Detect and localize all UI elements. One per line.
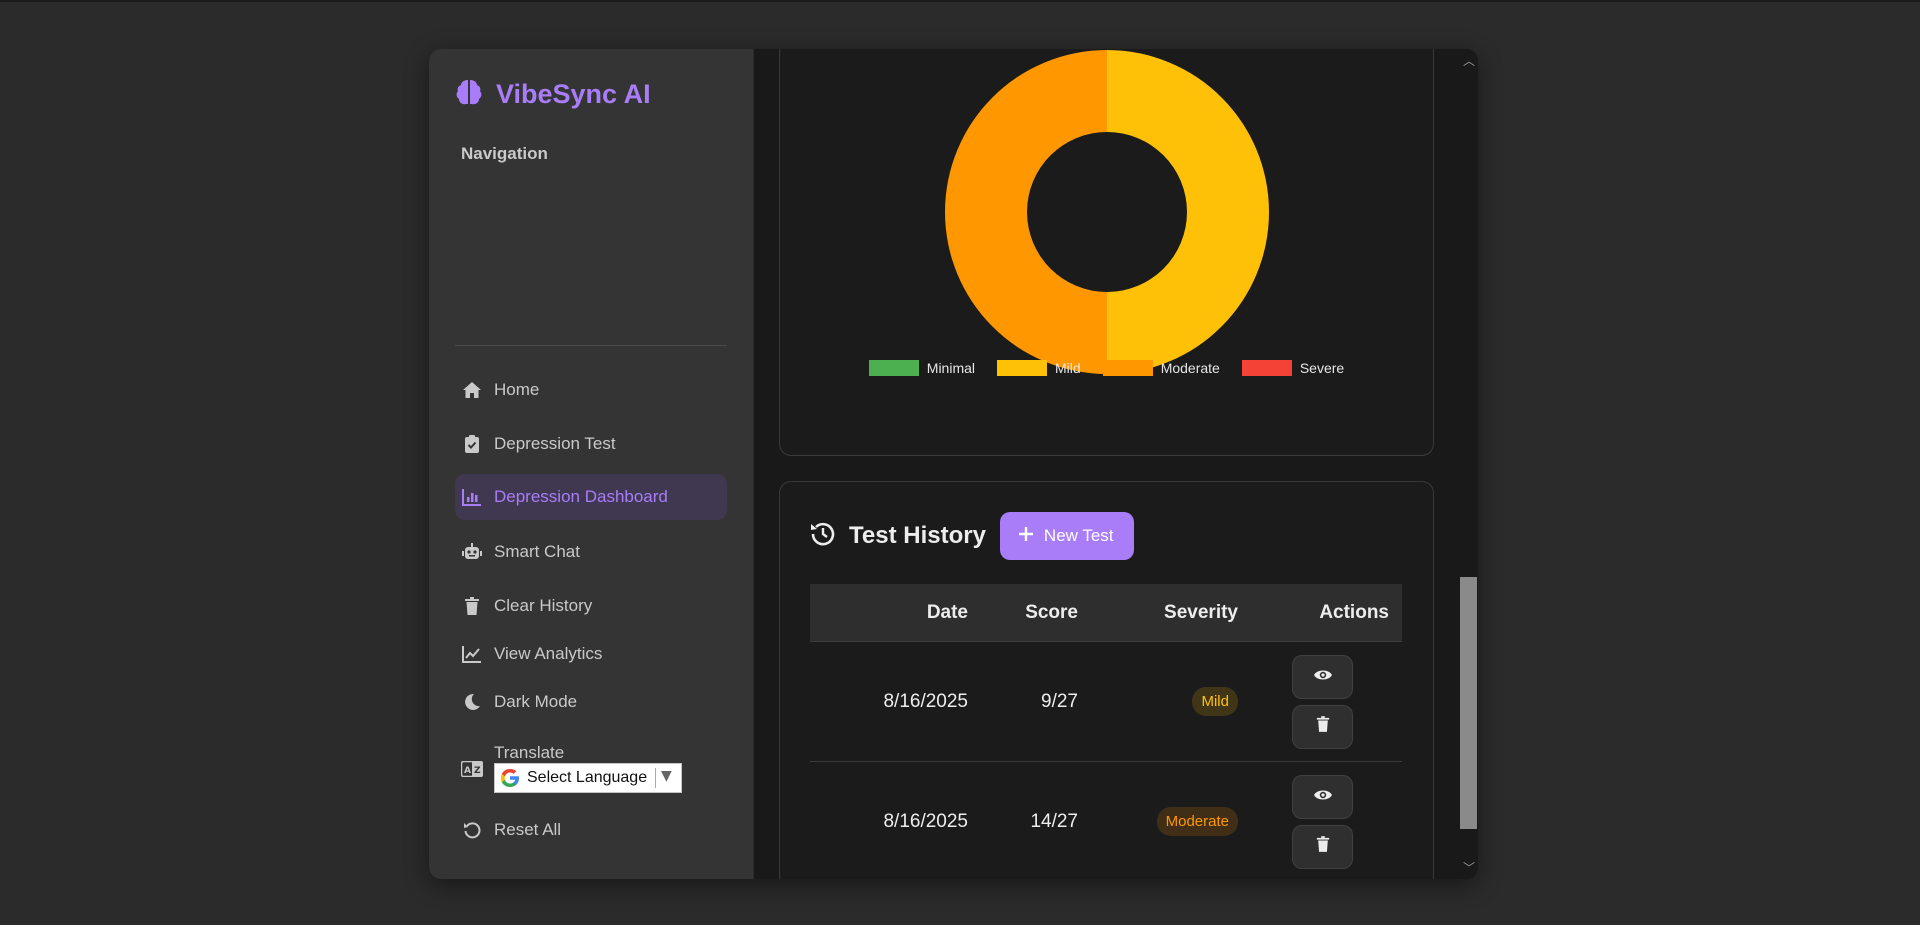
- table-header-row: Date Score Severity Actions: [810, 584, 1402, 642]
- cell-score: 14/27: [1030, 810, 1078, 832]
- trash-icon: [461, 595, 483, 617]
- moon-icon: [461, 691, 483, 713]
- cell-actions: [1238, 654, 1389, 749]
- test-history-header: Test History New Test: [809, 512, 1134, 560]
- scrollbar-thumb[interactable]: [1460, 577, 1477, 829]
- plus-icon: [1018, 526, 1034, 547]
- legend-item-mild[interactable]: Mild: [997, 360, 1081, 376]
- column-header-score: Score: [1025, 601, 1078, 623]
- svg-text:Z: Z: [474, 766, 481, 776]
- sidebar-item-view-analytics[interactable]: View Analytics: [455, 631, 727, 677]
- sidebar-divider: [455, 345, 727, 346]
- sidebar-item-depression-dashboard[interactable]: Depression Dashboard: [455, 474, 727, 520]
- view-result-button[interactable]: [1292, 654, 1353, 699]
- reset-icon: [461, 819, 483, 841]
- svg-text:A: A: [464, 766, 471, 776]
- severity-badge: Moderate: [1156, 807, 1238, 836]
- cell-severity: Mild: [1078, 687, 1238, 716]
- sidebar-item-label: Clear History: [494, 596, 593, 615]
- cell-date: 8/16/2025: [883, 690, 968, 712]
- clipboard-check-icon: [461, 433, 483, 455]
- sidebar: VibeSync AI Navigation Home Depression T…: [429, 49, 754, 879]
- legend-label: Moderate: [1160, 360, 1220, 376]
- donut-slice-moderate[interactable]: [945, 50, 1107, 374]
- scroll-down-arrow-icon[interactable]: ﹀: [1463, 859, 1475, 876]
- dropdown-arrow-icon: ▼: [661, 768, 672, 784]
- sidebar-item-dark-mode[interactable]: Dark Mode: [455, 679, 727, 725]
- history-icon: [809, 520, 837, 552]
- sidebar-item-translate: AZ Translate Select Language ▼: [455, 739, 727, 799]
- eye-icon: [1313, 786, 1333, 808]
- brand-name: VibeSync AI: [496, 78, 651, 109]
- main-content: Minimal Mild Moderate Severe Test History N…: [754, 49, 1478, 879]
- main-scrollbar[interactable]: ︿ ﹀: [1459, 49, 1478, 879]
- sidebar-item-smart-chat[interactable]: Smart Chat: [455, 529, 727, 575]
- test-history-card: Test History New Test Date Score Severit…: [779, 481, 1434, 879]
- legend-swatch: [1102, 360, 1153, 376]
- test-history-table: Date Score Severity Actions 8/16/2025 9/…: [810, 584, 1402, 879]
- cell-score: 9/27: [1041, 690, 1078, 712]
- sidebar-item-depression-test[interactable]: Depression Test: [455, 421, 727, 467]
- delete-result-button[interactable]: [1292, 824, 1353, 869]
- donut-slice-mild[interactable]: [1107, 50, 1269, 374]
- legend-label: Mild: [1055, 360, 1081, 376]
- nav-heading: Navigation: [461, 144, 548, 163]
- select-separator: [655, 768, 656, 788]
- window-top-edge: [0, 0, 1920, 2]
- legend-label: Minimal: [926, 360, 976, 376]
- legend-item-minimal[interactable]: Minimal: [868, 360, 976, 376]
- home-icon: [461, 379, 483, 401]
- line-chart-icon: [461, 643, 483, 665]
- cell-actions: [1238, 774, 1389, 869]
- trash-icon: [1316, 715, 1330, 739]
- sidebar-item-label: Smart Chat: [494, 542, 580, 561]
- legend-swatch: [997, 360, 1048, 376]
- sidebar-item-label: Depression Dashboard: [494, 487, 668, 506]
- sidebar-item-label: View Analytics: [494, 644, 603, 663]
- sidebar-item-home[interactable]: Home: [455, 367, 727, 413]
- sidebar-item-label: Depression Test: [494, 434, 616, 453]
- sidebar-item-label: Dark Mode: [494, 692, 578, 711]
- robot-icon: [461, 541, 483, 563]
- new-test-label: New Test: [1043, 526, 1114, 545]
- delete-result-button[interactable]: [1292, 704, 1353, 749]
- column-header-severity: Severity: [1164, 601, 1238, 623]
- legend-item-severe[interactable]: Severe: [1241, 360, 1345, 376]
- google-icon: [499, 767, 521, 789]
- table-row: 8/16/2025 9/27 Mild: [810, 642, 1402, 762]
- legend-label: Severe: [1299, 360, 1345, 376]
- sidebar-item-reset-all[interactable]: Reset All: [455, 807, 727, 853]
- sidebar-item-label: Translate: [494, 743, 565, 762]
- cell-date: 8/16/2025: [883, 810, 968, 832]
- column-header-actions: Actions: [1319, 601, 1389, 623]
- brand[interactable]: VibeSync AI: [454, 77, 651, 111]
- sidebar-item-clear-history[interactable]: Clear History: [455, 583, 727, 629]
- legend-swatch: [868, 360, 919, 376]
- language-icon: AZ: [461, 758, 483, 780]
- app-window: VibeSync AI Navigation Home Depression T…: [429, 49, 1478, 879]
- test-history-title: Test History: [849, 522, 986, 549]
- legend-item-moderate[interactable]: Moderate: [1102, 360, 1220, 376]
- brain-icon: [454, 77, 484, 111]
- trash-icon: [1316, 835, 1330, 859]
- table-row: 8/16/2025 14/27 Moderate: [810, 762, 1402, 879]
- sidebar-item-label: Home: [494, 380, 540, 399]
- cell-severity: Moderate: [1078, 807, 1238, 836]
- chart-legend: Minimal Mild Moderate Severe: [780, 360, 1433, 376]
- column-header-date: Date: [926, 601, 968, 623]
- eye-icon: [1313, 666, 1333, 688]
- view-result-button[interactable]: [1292, 774, 1353, 819]
- severity-badge: Mild: [1192, 687, 1238, 716]
- language-select-label: Select Language: [527, 769, 648, 786]
- scroll-up-arrow-icon[interactable]: ︿: [1463, 52, 1475, 69]
- new-test-button[interactable]: New Test: [999, 512, 1134, 560]
- severity-chart-card: Minimal Mild Moderate Severe: [779, 49, 1434, 456]
- legend-swatch: [1241, 360, 1292, 376]
- sidebar-item-label: Reset All: [494, 820, 562, 839]
- language-select[interactable]: Select Language ▼: [494, 763, 682, 793]
- bar-chart-icon: [461, 486, 483, 508]
- severity-donut-chart: [945, 50, 1269, 374]
